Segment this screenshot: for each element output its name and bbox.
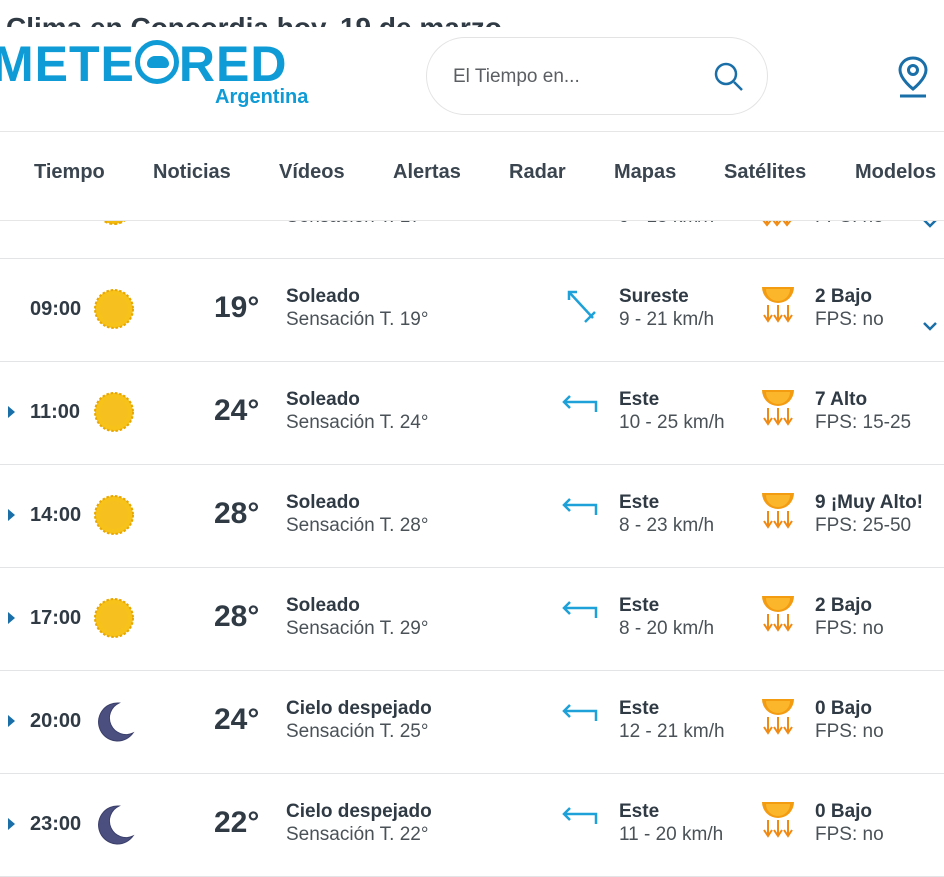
expand-triangle-icon[interactable] (8, 612, 15, 624)
chevron-down-icon[interactable] (922, 320, 938, 332)
expand-triangle-icon[interactable] (8, 818, 15, 830)
nav-item-tiempo[interactable]: Tiempo (34, 161, 105, 184)
temperature: 28° (214, 600, 260, 633)
fps-value: FPS: no (815, 721, 884, 742)
wind-speed: 11 - 20 km/h (619, 824, 724, 845)
uv-sun-icon (762, 493, 794, 529)
nav-item-noticias[interactable]: Noticias (153, 161, 231, 184)
uv-sun-icon (762, 596, 794, 632)
forecast-hour: 09:00 (30, 298, 82, 320)
nav-item-modelos[interactable]: Modelos (855, 161, 936, 184)
fps-value: FPS: 25-50 (815, 515, 912, 536)
uv-index: 7 Alto (815, 389, 868, 410)
weather-description: Cielo despejado (286, 801, 432, 822)
moon-icon (98, 805, 135, 845)
nav-item-satelites[interactable]: Satélites (724, 161, 806, 184)
main-nav: Tiempo Noticias Vídeos Alertas Radar Map… (0, 132, 944, 221)
temperature: 22° (214, 806, 260, 839)
wind-direction: Este (619, 595, 660, 616)
forecast-hour: 14:00 (30, 504, 82, 526)
wind-direction: Este (619, 698, 660, 719)
expand-triangle-icon[interactable] (8, 406, 15, 418)
wind-direction: Este (619, 801, 660, 822)
feels-like: Sensación T. 22° (286, 824, 429, 845)
uv-sun-icon (762, 287, 794, 323)
forecast-row[interactable]: 23:00 22° Cielo despejado Sensación T. 22° E… (0, 773, 944, 877)
uv-index: 2 Bajo (815, 286, 873, 307)
forecast-hour: 17:00 (30, 607, 82, 629)
forecast-hour: 23:00 (30, 813, 82, 835)
temperature: 28° (214, 497, 260, 530)
weather-description: Cielo despejado (286, 698, 432, 719)
uv-index: 2 Bajo (815, 595, 873, 616)
forecast-row[interactable]: 20:00 24° Cielo despejado Sensación T. 25° E… (0, 670, 944, 774)
uv-index: 0 Bajo (815, 801, 873, 822)
site-header: METE RED Argentina (0, 27, 944, 132)
forecast-row[interactable]: 09:00 19° Soleado Sensación T. 19° Sureste 9 … (0, 258, 944, 362)
forecast-row[interactable]: 14:00 28° Soleado Sensación T. 28° Este 8 - 2… (0, 464, 944, 568)
wind-speed: 8 - 23 km/h (619, 515, 715, 536)
temperature: 24° (214, 703, 260, 736)
forecast-row[interactable]: 17:00 28° Soleado Sensación T. 29° Este 8 - 2… (0, 567, 944, 671)
temperature: 24° (214, 394, 260, 427)
fps-value: FPS: no (815, 824, 884, 845)
search-input[interactable] (451, 60, 695, 94)
fps-value: FPS: no (815, 309, 884, 330)
forecast-hour: 20:00 (30, 710, 82, 732)
sun-icon (94, 392, 134, 432)
wind-speed: 8 - 20 km/h (619, 618, 715, 639)
moon-icon (98, 702, 135, 742)
wind-east-icon (562, 498, 598, 515)
expand-triangle-icon[interactable] (8, 509, 15, 521)
wind-direction: Este (619, 389, 660, 410)
temperature: 19° (214, 291, 260, 324)
sun-icon (94, 495, 134, 535)
search-icon[interactable] (713, 61, 745, 93)
uv-sun-icon (762, 699, 794, 735)
forecast-hour: 11:00 (30, 401, 81, 423)
wind-east-icon (562, 395, 598, 412)
weather-description: Soleado (286, 595, 360, 616)
wind-direction: Este (619, 492, 660, 513)
uv-index: 9 ¡Muy Alto! (815, 492, 924, 513)
feels-like: Sensación T. 28° (286, 515, 429, 536)
uv-sun-icon (762, 802, 794, 838)
nav-item-alertas[interactable]: Alertas (393, 161, 461, 184)
feels-like: Sensación T. 19° (286, 309, 429, 330)
wind-speed: 10 - 25 km/h (619, 412, 725, 433)
feels-like: Sensación T. 29° (286, 618, 429, 639)
feels-like: Sensación T. 25° (286, 721, 429, 742)
logo-country: Argentina (215, 86, 309, 108)
uv-index: 0 Bajo (815, 698, 873, 719)
meteored-logo[interactable]: METE RED (0, 39, 287, 89)
fps-value: FPS: no (815, 618, 884, 639)
weather-description: Soleado (286, 286, 360, 307)
wind-east-icon (562, 704, 598, 721)
wind-speed: 9 - 21 km/h (619, 309, 715, 330)
sun-icon (94, 598, 134, 638)
wind-east-icon (562, 601, 598, 618)
search-box[interactable] (426, 37, 768, 115)
wind-southeast-icon (567, 290, 596, 323)
location-pin-icon[interactable] (896, 55, 930, 99)
weather-description: Soleado (286, 492, 360, 513)
wind-speed: 12 - 21 km/h (619, 721, 725, 742)
wind-east-icon (562, 807, 598, 824)
logo-cloud-icon (134, 40, 179, 84)
nav-item-radar[interactable]: Radar (509, 161, 566, 184)
expand-triangle-icon[interactable] (8, 715, 15, 727)
feels-like: Sensación T. 24° (286, 412, 429, 433)
fps-value: FPS: 15-25 (815, 412, 912, 433)
weather-description: Soleado (286, 389, 360, 410)
wind-direction: Sureste (619, 286, 689, 307)
uv-sun-icon (762, 390, 794, 426)
forecast-row[interactable]: 11:00 24° Soleado Sensación T. 24° Este 10 - … (0, 361, 944, 465)
sun-icon (94, 289, 134, 329)
nav-item-mapas[interactable]: Mapas (614, 161, 676, 184)
nav-item-videos[interactable]: Vídeos (279, 161, 345, 184)
